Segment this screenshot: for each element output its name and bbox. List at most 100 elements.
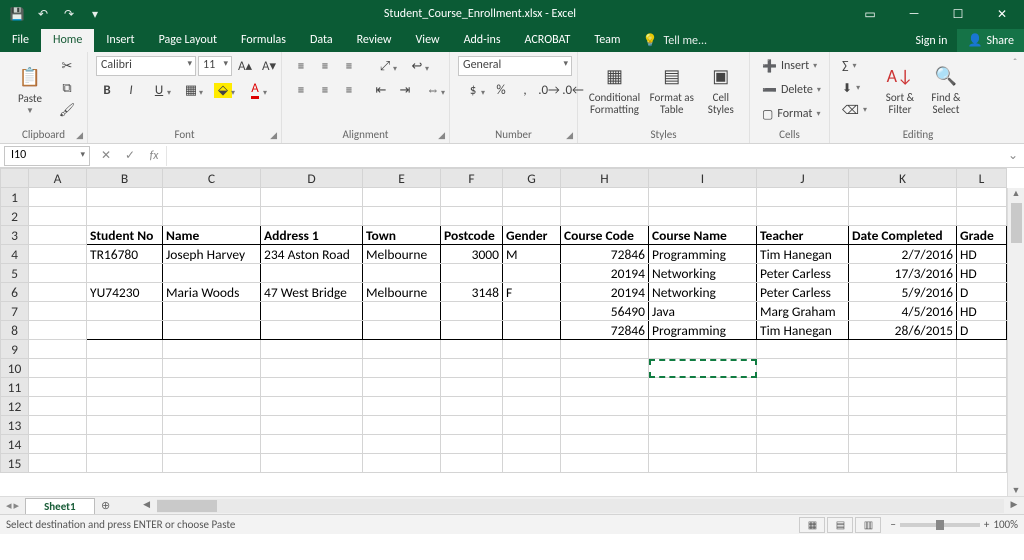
font-color-icon[interactable]: A: [240, 80, 270, 100]
scroll-right-icon[interactable]: ▶: [1006, 499, 1022, 510]
cell-B1[interactable]: [87, 188, 163, 207]
cell-F12[interactable]: [441, 397, 503, 416]
row-header-10[interactable]: 10: [1, 359, 29, 378]
cell-F14[interactable]: [441, 435, 503, 454]
cell-L6[interactable]: D: [957, 283, 1007, 302]
ribbon-options-icon[interactable]: ▭: [848, 0, 892, 28]
cut-icon[interactable]: ✂: [56, 56, 78, 76]
cell-B12[interactable]: [87, 397, 163, 416]
cell-I10[interactable]: [649, 359, 757, 378]
align-left-icon[interactable]: ≡: [290, 80, 312, 100]
tab-insert[interactable]: Insert: [94, 29, 146, 52]
cell-A6[interactable]: [29, 283, 87, 302]
cell-I13[interactable]: [649, 416, 757, 435]
merge-center-icon[interactable]: ⇔: [418, 80, 448, 100]
undo-icon[interactable]: ↶: [32, 3, 54, 25]
cell-I4[interactable]: Programming: [649, 245, 757, 264]
wrap-text-icon[interactable]: ↩: [402, 56, 432, 76]
increase-indent-icon[interactable]: ⇥: [394, 80, 416, 100]
cell-A12[interactable]: [29, 397, 87, 416]
cell-F6[interactable]: 3148: [441, 283, 503, 302]
zoom-in-icon[interactable]: +: [984, 518, 989, 531]
cell-E7[interactable]: [363, 302, 441, 321]
scroll-up-icon[interactable]: ▲: [1012, 188, 1021, 199]
cell-K13[interactable]: [849, 416, 957, 435]
formula-input[interactable]: [166, 146, 1002, 166]
cell-K1[interactable]: [849, 188, 957, 207]
cell-I7[interactable]: Java: [649, 302, 757, 321]
cell-B11[interactable]: [87, 378, 163, 397]
cell-A9[interactable]: [29, 340, 87, 359]
sort-filter-button[interactable]: A↓ Sort & Filter: [879, 56, 921, 122]
cell-K8[interactable]: 28/6/2015: [849, 321, 957, 340]
cell-B3[interactable]: Student No: [87, 226, 163, 245]
cell-A7[interactable]: [29, 302, 87, 321]
cell-H12[interactable]: [561, 397, 649, 416]
cancel-formula-icon[interactable]: ✕: [94, 148, 118, 163]
cell-L2[interactable]: [957, 207, 1007, 226]
cell-G9[interactable]: [503, 340, 561, 359]
new-sheet-button[interactable]: ⊕: [95, 499, 117, 512]
decrease-font-icon[interactable]: A▾: [258, 56, 280, 76]
cell-D4[interactable]: 234 Aston Road: [261, 245, 363, 264]
paste-button[interactable]: 📋 Paste ▼: [8, 56, 52, 122]
cell-C10[interactable]: [163, 359, 261, 378]
orientation-icon[interactable]: ⤢: [370, 56, 400, 76]
fx-icon[interactable]: fx: [142, 149, 166, 163]
cell-J7[interactable]: Marg Graham: [757, 302, 849, 321]
number-format-select[interactable]: General: [458, 56, 572, 76]
align-middle-icon[interactable]: ≡: [314, 56, 336, 76]
expand-formula-bar-icon[interactable]: ⌄: [1002, 148, 1024, 163]
cell-G7[interactable]: [503, 302, 561, 321]
col-header-H[interactable]: H: [561, 169, 649, 188]
delete-cells-button[interactable]: ➖Delete▾: [758, 80, 825, 100]
page-break-view-icon[interactable]: ▥: [855, 517, 881, 533]
col-header-A[interactable]: A: [29, 169, 87, 188]
tab-formulas[interactable]: Formulas: [229, 29, 298, 52]
tell-me-search[interactable]: 💡 Tell me...: [633, 29, 718, 52]
minimize-button[interactable]: —: [892, 0, 936, 28]
row-header-2[interactable]: 2: [1, 207, 29, 226]
format-painter-icon[interactable]: 🖌: [56, 100, 78, 120]
cell-A10[interactable]: [29, 359, 87, 378]
cell-B13[interactable]: [87, 416, 163, 435]
tab-page-layout[interactable]: Page Layout: [147, 29, 229, 52]
underline-button[interactable]: U: [144, 80, 174, 100]
cell-F2[interactable]: [441, 207, 503, 226]
cell-H7[interactable]: 56490: [561, 302, 649, 321]
cell-J15[interactable]: [757, 454, 849, 473]
autosum-button[interactable]: ∑▾: [838, 56, 871, 76]
worksheet-grid[interactable]: ABCDEFGHIJKL123Student NoNameAddress 1To…: [0, 168, 1024, 496]
cell-G11[interactable]: [503, 378, 561, 397]
tab-addins[interactable]: Add-ins: [452, 29, 513, 52]
cell-H4[interactable]: 72846: [561, 245, 649, 264]
cell-C13[interactable]: [163, 416, 261, 435]
cell-G8[interactable]: [503, 321, 561, 340]
cell-F15[interactable]: [441, 454, 503, 473]
cell-K2[interactable]: [849, 207, 957, 226]
cell-C6[interactable]: Maria Woods: [163, 283, 261, 302]
tab-data[interactable]: Data: [298, 29, 345, 52]
cell-H13[interactable]: [561, 416, 649, 435]
cell-I9[interactable]: [649, 340, 757, 359]
cell-B6[interactable]: YU74230: [87, 283, 163, 302]
cell-H9[interactable]: [561, 340, 649, 359]
tab-view[interactable]: View: [404, 29, 452, 52]
zoom-out-icon[interactable]: −: [890, 518, 895, 531]
normal-view-icon[interactable]: ▦: [799, 517, 825, 533]
cell-H6[interactable]: 20194: [561, 283, 649, 302]
cell-H2[interactable]: [561, 207, 649, 226]
cell-E15[interactable]: [363, 454, 441, 473]
cell-C12[interactable]: [163, 397, 261, 416]
align-center-icon[interactable]: ≡: [314, 80, 336, 100]
cell-A13[interactable]: [29, 416, 87, 435]
cell-B14[interactable]: [87, 435, 163, 454]
cell-E2[interactable]: [363, 207, 441, 226]
cell-L3[interactable]: Grade: [957, 226, 1007, 245]
cell-I8[interactable]: Programming: [649, 321, 757, 340]
collapse-ribbon-icon[interactable]: ˆ: [1006, 52, 1024, 143]
select-all-cell[interactable]: [1, 169, 29, 188]
cell-F3[interactable]: Postcode: [441, 226, 503, 245]
cell-C11[interactable]: [163, 378, 261, 397]
cell-D1[interactable]: [261, 188, 363, 207]
